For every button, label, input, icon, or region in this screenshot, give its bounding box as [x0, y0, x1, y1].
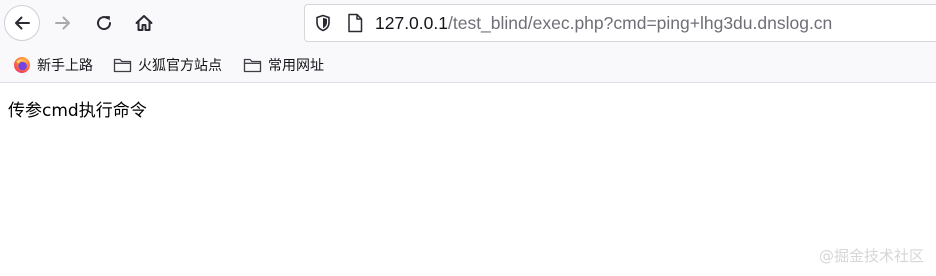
bookmark-common-sites[interactable]: 常用网址 [243, 55, 324, 75]
arrow-left-icon [15, 16, 30, 30]
home-button[interactable] [126, 5, 162, 41]
arrow-right-icon [55, 16, 70, 30]
bookmark-getting-started[interactable]: 新手上路 [13, 55, 93, 75]
page-icon[interactable] [347, 13, 363, 33]
navigation-toolbar: 127.0.0.1/test_blind/exec.php?cmd=ping+l… [0, 0, 936, 46]
reload-button[interactable] [86, 5, 122, 41]
reload-icon [97, 16, 112, 31]
watermark: @掘金技术社区 [818, 247, 924, 265]
back-button[interactable] [4, 5, 40, 41]
page-body-text: 传参cmd执行命令 [8, 101, 147, 121]
bookmark-label: 新手上路 [37, 58, 93, 74]
url-host: 127.0.0.1 [375, 13, 448, 33]
bookmarks-toolbar: 新手上路 火狐官方站点 常用网址 [0, 46, 936, 83]
tracking-protection-shield-icon[interactable] [314, 14, 332, 32]
bookmark-firefox-official-site[interactable]: 火狐官方站点 [113, 55, 222, 75]
home-icon [135, 15, 153, 31]
url-path: /test_blind/exec.php?cmd=ping+lhg3du.dns… [447, 13, 833, 33]
firefox-icon [14, 57, 30, 73]
folder-icon [113, 58, 132, 73]
browser-window: 127.0.0.1/test_blind/exec.php?cmd=ping+l… [0, 0, 936, 276]
bookmark-label: 常用网址 [268, 58, 324, 74]
page-content: 传参cmd执行命令 @掘金技术社区 [0, 83, 936, 276]
address-bar[interactable]: 127.0.0.1/test_blind/exec.php?cmd=ping+l… [304, 4, 936, 42]
url-text[interactable]: 127.0.0.1/test_blind/exec.php?cmd=ping+l… [375, 13, 832, 33]
bookmark-label: 火狐官方站点 [138, 58, 222, 74]
folder-icon [243, 58, 262, 73]
forward-button[interactable] [45, 5, 81, 41]
